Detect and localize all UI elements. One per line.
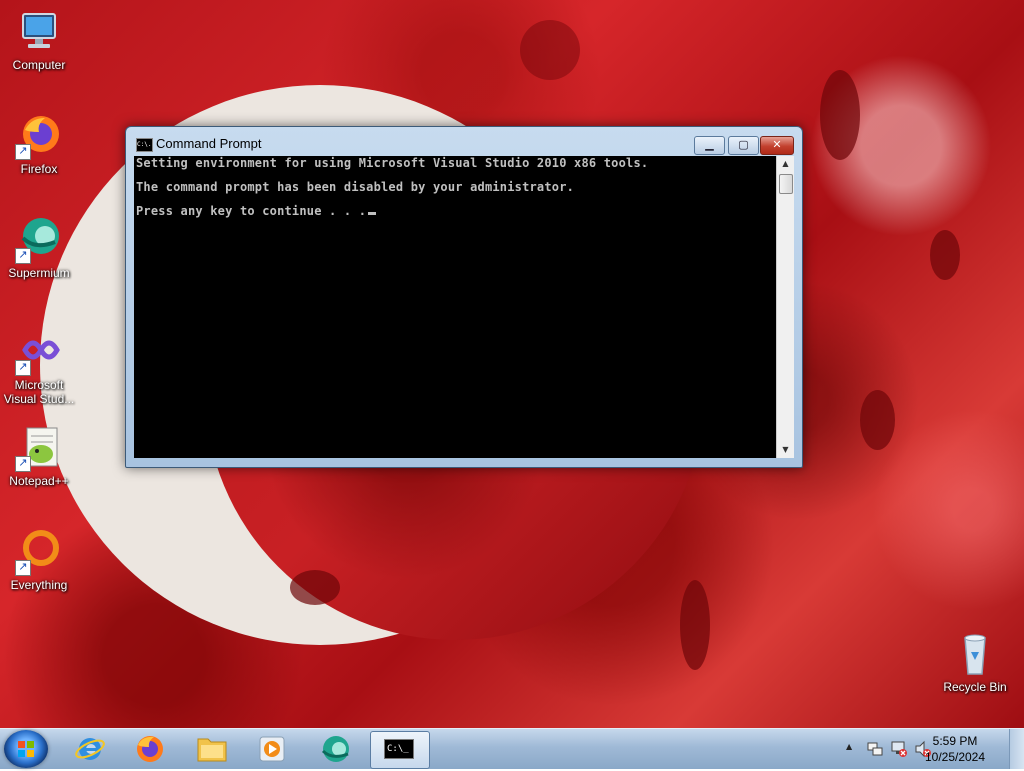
supermium-icon: ↗ (15, 216, 63, 264)
wallpaper-splatter (860, 390, 895, 450)
scrollbar-thumb[interactable] (779, 174, 793, 194)
clock-date[interactable]: 10/25/2024 (920, 750, 990, 764)
wallpaper-splatter (290, 570, 340, 605)
desktop-icon-label: Everything (10, 578, 68, 592)
taskbar-supermium[interactable] (310, 731, 362, 767)
console-line: The command prompt has been disabled by … (136, 180, 575, 194)
windows-logo-icon (18, 741, 34, 757)
shortcut-arrow-icon: ↗ (15, 560, 31, 576)
wallpaper-splatter (680, 580, 710, 670)
desktop-icon-label: Supermium (8, 266, 70, 280)
desktop-icon-label: Recycle Bin (943, 680, 1007, 694)
shortcut-arrow-icon: ↗ (15, 144, 31, 160)
tray-overflow-chevron-icon[interactable]: ▲ (846, 742, 852, 751)
console-prompt-text: Press any key to continue . . . (136, 204, 367, 218)
window-title: Command Prompt (156, 136, 262, 151)
taskbar: C:\_ ▲ 5:59 PM 10/25/2024 (0, 728, 1024, 769)
notepadpp-icon: ↗ (15, 424, 63, 472)
folder-icon (197, 738, 227, 762)
desktop-icon-recycle-bin[interactable]: Recycle Bin (937, 630, 1013, 694)
console-icon: C:\. (136, 138, 153, 152)
internet-explorer-icon (75, 738, 105, 760)
show-desktop-button[interactable] (1009, 729, 1024, 769)
network-disconnected-icon[interactable] (890, 740, 908, 758)
text-cursor (368, 212, 377, 215)
desktop-icon-label: Microsoft (14, 378, 64, 392)
desktop-icon-label: Computer (12, 58, 66, 72)
recycle-bin-icon (951, 630, 999, 678)
console-line: Press any key to continue . . . (136, 204, 377, 218)
maximize-button[interactable]: ▢ (728, 136, 759, 155)
firefox-icon (137, 736, 163, 762)
desktop-icon-visual-studio[interactable]: ↗ Microsoft Visual Stud... (1, 328, 77, 406)
wallpaper-splatter (930, 230, 960, 280)
taskbar-internet-explorer[interactable] (64, 731, 116, 767)
firefox-icon: ↗ (15, 112, 63, 160)
everything-icon: ↗ (15, 528, 63, 576)
desktop-icon-firefox[interactable]: ↗ Firefox (1, 112, 77, 176)
console-output[interactable]: Setting environment for using Microsoft … (134, 156, 776, 458)
taskbar-command-prompt[interactable]: C:\_ (370, 731, 430, 769)
window-titlebar[interactable]: C:\. Command Prompt ▁ ▢ ✕ (126, 127, 802, 155)
desktop-icon-label: Visual Stud... (3, 392, 75, 406)
wallpaper-splatter (820, 70, 860, 160)
taskbar-media-player[interactable] (246, 731, 298, 767)
desktop-wallpaper[interactable]: Computer ↗ Firefox ↗ Supermium ↗ Microso… (0, 0, 1024, 728)
scroll-down-arrow-icon[interactable]: ▼ (777, 442, 794, 458)
clock-time[interactable]: 5:59 PM (920, 734, 990, 748)
minimize-button[interactable]: ▁ (694, 136, 725, 155)
shortcut-arrow-icon: ↗ (15, 248, 31, 264)
system-tray: ▲ 5:59 PM 10/25/2024 (840, 729, 1024, 769)
supermium-icon (321, 736, 349, 762)
taskbar-file-explorer[interactable] (186, 731, 238, 767)
start-button[interactable] (4, 730, 48, 768)
desktop-icon-notepadpp[interactable]: ↗ Notepad++ (1, 424, 77, 488)
desktop-icon-label: Notepad++ (9, 474, 69, 488)
media-player-icon (259, 736, 285, 762)
desktop-icon-label: Firefox (20, 162, 58, 176)
shortcut-arrow-icon: ↗ (15, 360, 31, 376)
visual-studio-icon: ↗ (15, 328, 63, 376)
scroll-up-arrow-icon[interactable]: ▲ (777, 156, 794, 172)
taskbar-firefox[interactable] (124, 731, 176, 767)
wallpaper-splatter (520, 20, 580, 80)
console-icon: C:\_ (384, 739, 414, 759)
desktop-icon-supermium[interactable]: ↗ Supermium (1, 216, 77, 280)
close-button[interactable]: ✕ (760, 136, 794, 155)
vertical-scrollbar[interactable]: ▲ ▼ (776, 156, 794, 458)
shortcut-arrow-icon: ↗ (15, 456, 31, 472)
console-line: Setting environment for using Microsoft … (136, 156, 649, 170)
desktop-icon-computer[interactable]: Computer (1, 8, 77, 72)
desktop-icon-everything[interactable]: ↗ Everything (1, 528, 77, 592)
action-center-flag-icon[interactable] (866, 740, 884, 758)
command-prompt-window[interactable]: C:\. Command Prompt ▁ ▢ ✕ Setting enviro… (125, 126, 803, 468)
computer-icon (15, 8, 63, 56)
